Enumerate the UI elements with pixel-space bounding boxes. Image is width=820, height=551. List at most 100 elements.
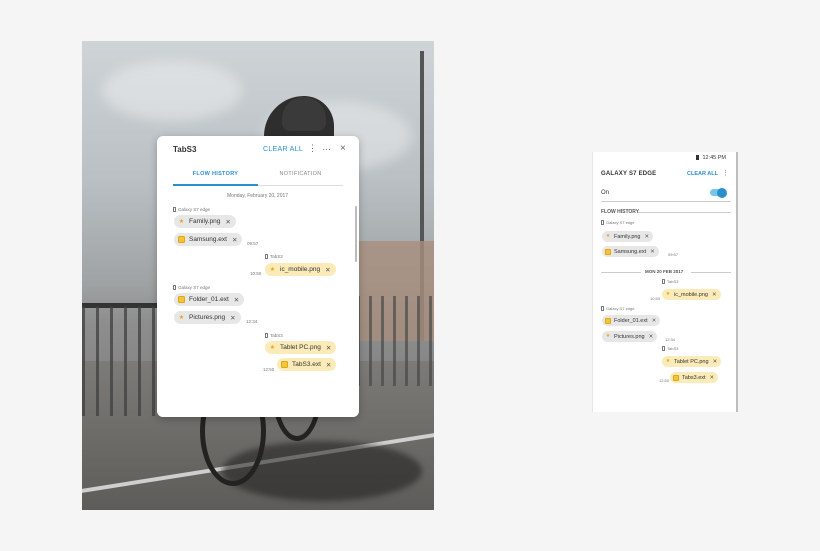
divider <box>601 272 641 273</box>
star-icon: ★ <box>269 344 276 351</box>
remove-icon[interactable]: ✕ <box>713 359 718 365</box>
file-name: Folder_01.ext <box>614 317 648 324</box>
star-icon: ★ <box>178 218 185 225</box>
flow-file-chip[interactable]: TabS3.ext ✕ <box>277 358 337 371</box>
remove-icon[interactable]: ✕ <box>326 344 331 352</box>
history-date: MON 20 FEB 2017 <box>645 269 684 274</box>
clear-all-button[interactable]: CLEAR ALL <box>263 146 303 153</box>
remove-icon[interactable]: ✕ <box>234 296 239 304</box>
folder-icon <box>673 374 679 381</box>
railing-right <box>357 296 434 386</box>
divider <box>638 212 731 213</box>
file-name: Tablet PC.png <box>674 358 709 365</box>
remove-icon[interactable]: ✕ <box>225 218 230 226</box>
timestamp: 09:57 <box>247 241 259 246</box>
flow-file-chip[interactable]: ★ Family.png ✕ <box>174 215 236 228</box>
flow-file-chip[interactable]: ★ Tablet PC.png ✕ <box>265 341 337 354</box>
folder-icon <box>605 317 611 324</box>
device-label: Galaxy S7 edge <box>173 207 210 212</box>
tablet-flow-panel: TabS3 CLEAR ALL ⋮ … × FLOW HISTORY NOTIF… <box>157 136 359 417</box>
device-label: Galaxy S7 edge <box>601 220 634 225</box>
panel-title: TabS3 <box>173 145 197 154</box>
tablet-icon <box>265 333 268 338</box>
tablet-icon <box>662 279 665 284</box>
close-icon[interactable]: × <box>340 144 346 154</box>
minimize-icon[interactable]: … <box>322 143 331 152</box>
more-vertical-icon[interactable]: ⋮ <box>722 169 729 177</box>
flow-file-chip[interactable]: ★ Pictures.png ✕ <box>174 311 241 324</box>
remove-icon[interactable]: ✕ <box>652 318 657 324</box>
phone-icon <box>601 220 604 225</box>
toggle-knob <box>717 187 727 198</box>
status-time: 12:45 PM <box>702 155 726 161</box>
remove-icon[interactable]: ✕ <box>326 361 331 369</box>
remove-icon[interactable]: ✕ <box>230 314 235 322</box>
flow-file-chip[interactable]: Samsung.ext ✕ <box>174 233 243 246</box>
device-label: TabS3 <box>662 279 678 284</box>
tab-notification[interactable]: NOTIFICATION <box>258 171 343 177</box>
cloud <box>102 61 242 121</box>
remove-icon[interactable]: ✕ <box>649 334 654 340</box>
flow-file-chip[interactable]: ★ Pictures.png ✕ <box>602 331 658 342</box>
flow-file-chip[interactable]: Folder_01.ext ✕ <box>174 293 245 306</box>
timestamp: 12:34 <box>246 319 258 324</box>
flow-file-chip[interactable]: ★ ic_mobile.png ✕ <box>662 289 721 300</box>
phone-title: GALAXY S7 EDGE <box>601 171 657 177</box>
tablet-icon <box>662 346 665 351</box>
star-icon: ★ <box>665 358 671 364</box>
file-name: Family.png <box>614 233 641 240</box>
more-vertical-icon[interactable]: ⋮ <box>308 144 317 153</box>
folder-icon <box>178 296 185 303</box>
tab-flow-history[interactable]: FLOW HISTORY <box>173 171 258 177</box>
tablet-icon <box>265 254 268 259</box>
phone-icon <box>173 285 176 290</box>
flow-file-chip[interactable]: Tabs3.ext ✕ <box>670 372 719 383</box>
folder-icon <box>281 361 288 368</box>
remove-icon[interactable]: ✕ <box>650 249 655 255</box>
file-name: Family.png <box>189 218 221 225</box>
phone-screen: 12:45 PM GALAXY S7 EDGE CLEAR ALL ⋮ On F… <box>592 152 738 412</box>
flow-file-chip[interactable]: ★ Family.png ✕ <box>602 231 654 242</box>
remove-icon[interactable]: ✕ <box>232 236 237 244</box>
file-name: Tabs3.ext <box>682 374 706 381</box>
remove-icon[interactable]: ✕ <box>710 375 715 381</box>
flow-file-chip[interactable]: ★ Tablet PC.png ✕ <box>662 356 722 367</box>
on-label: On <box>601 190 610 196</box>
active-tab-indicator <box>173 184 258 186</box>
file-name: ic_mobile.png <box>674 291 708 298</box>
file-name: Pictures.png <box>189 314 226 321</box>
device-label: Galaxy S7 edge <box>173 285 210 290</box>
flow-file-chip[interactable]: Samsung.ext ✕ <box>602 246 659 257</box>
phone-icon <box>601 306 604 311</box>
timestamp: 12:34 <box>665 337 676 342</box>
star-icon: ★ <box>605 233 611 239</box>
file-name: Folder_01.ext <box>189 296 229 303</box>
star-icon: ★ <box>605 333 611 339</box>
history-date: Monday, February 20, 2017 <box>227 193 289 199</box>
timestamp: 12:50 <box>263 367 275 372</box>
remove-icon[interactable]: ✕ <box>645 234 650 240</box>
timestamp: 09:57 <box>668 252 679 257</box>
flow-toggle[interactable] <box>710 187 727 198</box>
flow-file-chip[interactable]: ★ ic_mobile.png ✕ <box>265 263 336 276</box>
file-name: ic_mobile.png <box>280 266 321 273</box>
flow-file-chip[interactable]: Folder_01.ext ✕ <box>602 315 661 326</box>
device-label: TabS3 <box>662 346 678 351</box>
remove-icon[interactable]: ✕ <box>712 292 717 298</box>
file-name: Samsung.ext <box>189 236 227 243</box>
device-label: Galaxy S7 edge <box>601 306 634 311</box>
timestamp: 12:50 <box>659 378 670 383</box>
timestamp: 10:50 <box>250 271 262 276</box>
star-icon: ★ <box>665 291 671 297</box>
device-label: TabS3 <box>265 254 283 259</box>
divider <box>691 272 731 273</box>
folder-icon <box>605 248 611 255</box>
clear-all-button[interactable]: CLEAR ALL <box>687 171 718 177</box>
phone-icon <box>173 207 176 212</box>
file-name: Tablet PC.png <box>280 344 321 351</box>
scrollbar[interactable] <box>355 206 357 262</box>
battery-icon <box>696 155 700 160</box>
remove-icon[interactable]: ✕ <box>325 266 330 274</box>
panel-header: TabS3 CLEAR ALL ⋮ … × <box>157 136 359 164</box>
star-icon: ★ <box>269 266 276 273</box>
